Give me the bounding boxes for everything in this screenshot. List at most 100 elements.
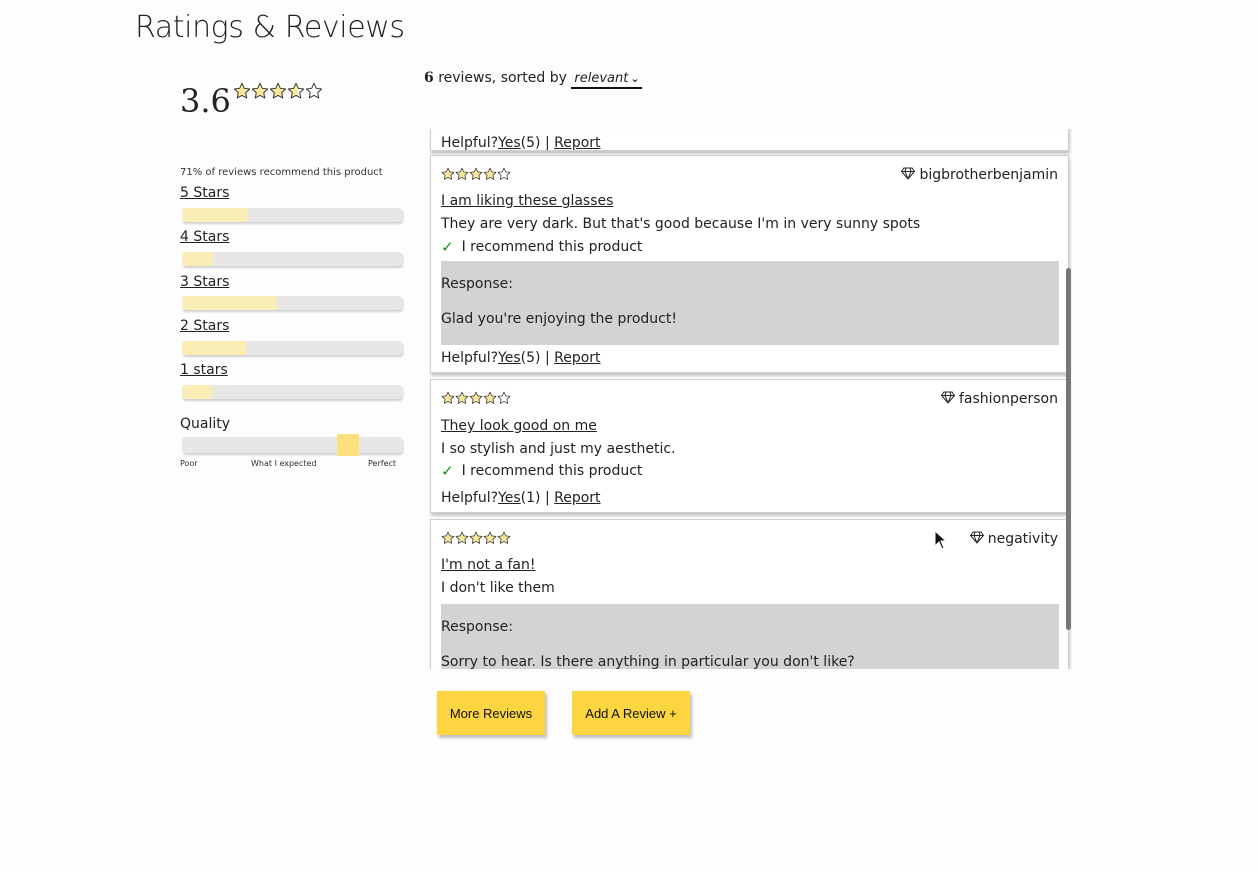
breakdown-1-stars-fill [182,385,213,399]
response-label: Response: [441,276,513,292]
recommend-percentage: 71% of reviews recommend this product [180,167,383,178]
chevron-down-icon: ⌄ [630,72,640,85]
helpful-row: Helpful?Yes(5) | Report [441,350,601,366]
star-icon [251,82,269,100]
breakdown-4-stars-fill [182,252,213,266]
helpful-label: Helpful? [441,135,499,151]
star-icon [441,391,455,405]
review-card: Helpful?Yes(5) | Report [430,129,1069,151]
star-icon [305,82,323,100]
star-icon [233,82,251,100]
quality-scale-mid: What I expected [251,459,317,468]
recommend-row: ✓ I recommend this product [441,238,642,256]
helpful-row: Helpful?Yes(1) | Report [441,490,601,506]
separator: | [540,350,555,366]
response-text: Glad you're enjoying the product! [441,311,677,327]
recommend-text: I recommend this product [461,463,643,479]
breakdown-5-stars-bar[interactable] [182,208,402,222]
review-user: fashionperson [940,390,1058,408]
quality-marker [337,434,360,456]
review-star-rating [441,531,511,545]
report-link[interactable]: Report [554,135,600,151]
star-icon [483,531,497,545]
add-review-button[interactable]: Add A Review + [572,691,690,735]
response-text: Sorry to hear. Is there anything in part… [441,654,855,669]
more-reviews-button[interactable]: More Reviews [437,691,545,735]
breakdown-4-stars-bar[interactable] [182,252,402,266]
breakdown-4-stars-link[interactable]: 4 Stars [180,229,229,245]
diamond-icon [940,390,956,408]
review-response: Response: Sorry to hear. Is there anythi… [441,604,1059,669]
breakdown-1-stars-link[interactable]: 1 stars [180,362,228,378]
review-card: negativity I'm not a fan! I don't like t… [430,519,1069,669]
quality-scale-low: Poor [180,459,198,468]
separator: | [540,490,555,506]
star-icon [469,531,483,545]
review-username: bigbrotherbenjamin [919,167,1058,183]
review-card: bigbrotherbenjamin I am liking these gla… [430,155,1069,373]
review-title: I am liking these glasses [441,193,614,209]
breakdown-3-stars-fill [182,296,277,310]
review-star-rating [441,167,511,181]
helpful-yes-link[interactable]: Yes [498,490,521,506]
review-count: 6 [424,70,434,86]
review-body: They are very dark. But that's good beca… [441,216,921,232]
helpful-count: (5) [520,135,541,151]
quality-scale-high: Perfect [368,459,397,468]
sort-bar: 6 reviews, sorted by relevant ⌄ [424,70,642,89]
star-icon [497,167,511,181]
review-star-rating [441,391,511,405]
breakdown-3-stars-bar[interactable] [182,296,402,310]
breakdown-2-stars-bar[interactable] [182,341,402,355]
star-icon [469,167,483,181]
mouse-cursor-icon [934,529,948,554]
helpful-count: (1) [520,490,541,506]
breakdown-2-stars-fill [182,341,246,355]
review-list-scrollbar[interactable] [1066,268,1071,630]
star-icon [483,391,497,405]
review-card: fashionperson They look good on me I so … [430,379,1069,513]
review-title: They look good on me [441,418,597,434]
breakdown-1-stars-bar[interactable] [182,385,402,399]
star-icon [469,391,483,405]
recommend-text: I recommend this product [461,239,643,255]
breakdown-5-stars-link[interactable]: 5 Stars [180,185,229,201]
breakdown-2-stars-link[interactable]: 2 Stars [180,318,229,334]
star-icon [441,167,455,181]
star-icon [483,167,497,181]
diamond-icon [901,166,916,184]
sort-dropdown[interactable]: relevant ⌄ [571,71,642,89]
separator: | [540,135,555,151]
report-link[interactable]: Report [554,490,600,506]
quality-scale-track [182,434,402,456]
review-body: I so stylish and just my aesthetic. [441,441,676,457]
review-title: I'm not a fan! [441,557,536,573]
review-body: I don't like them [441,580,555,596]
check-icon: ✓ [441,238,454,256]
average-star-rating [233,82,323,100]
helpful-count: (5) [520,350,541,366]
review-list[interactable]: Helpful?Yes(5) | Report bigbrotherbenjam… [429,129,1072,669]
breakdown-3-stars-link[interactable]: 3 Stars [180,274,229,290]
star-icon [497,391,511,405]
sort-selected-value: relevant [574,71,629,86]
review-response: Response: Glad you're enjoying the produ… [441,261,1059,345]
review-username: fashionperson [959,391,1058,407]
star-icon [269,82,287,100]
star-icon [455,391,469,405]
star-icon [441,531,455,545]
star-icon [287,82,305,100]
average-rating: 3.6 [180,82,231,120]
helpful-yes-link[interactable]: Yes [498,135,521,151]
report-link[interactable]: Report [554,350,600,366]
sort-text: reviews, sorted by [433,70,572,86]
breakdown-5-stars-fill [182,208,248,222]
check-icon: ✓ [441,462,454,480]
helpful-label: Helpful? [441,490,499,506]
helpful-yes-link[interactable]: Yes [498,350,521,366]
quality-label: Quality [180,416,231,432]
review-username: negativity [987,531,1058,547]
section-title: Ratings & Reviews [135,10,405,45]
star-icon [497,531,511,545]
helpful-row: Helpful?Yes(5) | Report [441,135,601,151]
